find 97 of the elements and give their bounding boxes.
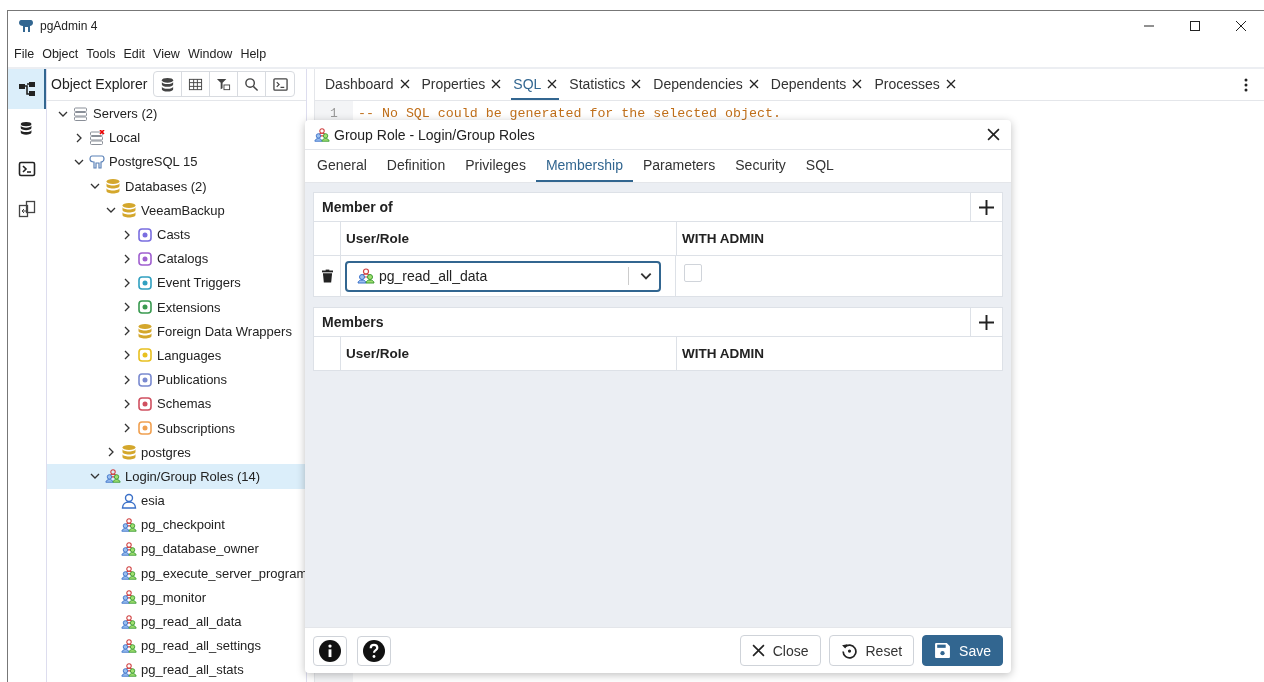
tree-item[interactable]: pg_execute_server_program xyxy=(47,561,306,586)
code-comment: -- No SQL could be generated for the selected object. xyxy=(358,106,781,121)
tab[interactable]: Definition xyxy=(376,150,456,182)
tree-item[interactable]: Event Triggers xyxy=(47,270,306,295)
tab[interactable]: General xyxy=(307,150,377,182)
database-icon xyxy=(105,178,121,195)
tree-item[interactable]: Databases (2) xyxy=(47,174,306,199)
tree-item[interactable]: pg_read_all_data xyxy=(47,609,306,634)
tab[interactable]: Parameters xyxy=(632,150,726,182)
tree-item[interactable]: esia xyxy=(47,488,306,513)
tree-item[interactable]: pg_read_all_settings xyxy=(47,633,306,658)
group-icon xyxy=(121,540,137,557)
section-title: Member of xyxy=(321,199,393,215)
menu-item[interactable]: View xyxy=(153,47,180,61)
group-icon xyxy=(121,613,137,630)
tab[interactable]: Processes xyxy=(872,69,958,100)
tree-item[interactable]: Subscriptions xyxy=(47,415,306,441)
save-icon xyxy=(934,642,952,659)
menu-item[interactable]: File xyxy=(14,47,35,61)
tree-item[interactable]: pg_checkpoint xyxy=(47,512,306,537)
close-icon[interactable] xyxy=(945,78,956,89)
tree-item[interactable]: Login/Group Roles (14) xyxy=(47,464,306,489)
menu-item[interactable]: Help xyxy=(240,47,267,61)
tab[interactable]: Statistics xyxy=(567,69,644,100)
close-icon xyxy=(986,128,1000,141)
plus-icon xyxy=(979,199,994,215)
trash-icon[interactable] xyxy=(321,269,333,283)
tab[interactable]: Dashboard xyxy=(323,69,412,100)
tree-item[interactable]: pg_read_all_stats xyxy=(47,657,306,682)
group-icon xyxy=(121,589,137,606)
tab[interactable]: Security xyxy=(725,150,796,182)
menu-item[interactable]: Object xyxy=(42,47,79,61)
tree-item[interactable]: pg_database_owner xyxy=(47,536,306,562)
tree-item[interactable]: PostgreSQL 15 xyxy=(47,149,306,175)
tab[interactable]: SQL xyxy=(795,150,844,182)
plus-icon xyxy=(979,314,994,330)
reset-button[interactable]: Reset xyxy=(828,635,915,666)
close-icon[interactable] xyxy=(399,78,410,89)
user-icon xyxy=(121,492,137,509)
dialog-title: Group Role - Login/Group Roles xyxy=(334,126,535,143)
section-title: Members xyxy=(321,314,384,330)
close-icon[interactable] xyxy=(631,78,642,89)
tree-item[interactable]: Catalogs xyxy=(47,246,306,271)
menu-item[interactable]: Edit xyxy=(123,47,146,61)
database-icon xyxy=(121,202,137,219)
tree-icon[interactable] xyxy=(8,69,46,109)
column-header: WITH ADMIN xyxy=(681,345,765,363)
menu-item[interactable]: Tools xyxy=(86,47,116,61)
tree-item[interactable]: Schemas xyxy=(47,391,306,416)
group-icon xyxy=(121,565,137,582)
window-title: pgAdmin 4 xyxy=(40,19,98,33)
database-icon xyxy=(121,444,137,461)
help-button[interactable] xyxy=(357,635,391,666)
tab[interactable]: Dependents xyxy=(768,69,865,100)
column-header: User/Role xyxy=(341,337,677,370)
database-icon xyxy=(137,323,153,340)
group-icon xyxy=(121,637,137,654)
group-icon xyxy=(357,268,375,284)
group-icon xyxy=(105,468,121,485)
info-button[interactable] xyxy=(313,635,347,666)
tab[interactable]: Properties xyxy=(419,69,504,100)
checkbox[interactable] xyxy=(684,264,702,282)
tree-item[interactable]: Languages xyxy=(47,343,306,368)
column-header: User/Role xyxy=(341,222,677,255)
save-button[interactable]: Save xyxy=(922,635,1003,666)
close-icon[interactable] xyxy=(748,78,759,89)
tree-item[interactable]: Foreign Data Wrappers xyxy=(47,319,306,344)
tree-item[interactable]: VeeamBackup xyxy=(47,198,306,223)
role-select[interactable]: pg_read_all_data xyxy=(345,260,661,292)
group-icon xyxy=(121,516,137,533)
tree-item[interactable]: Casts xyxy=(47,222,306,247)
tab[interactable]: Privileges xyxy=(455,150,536,182)
tree-item[interactable]: postgres xyxy=(47,440,306,465)
server-stack-icon xyxy=(73,105,89,122)
group-icon xyxy=(314,126,330,143)
maximize-icon xyxy=(1189,20,1201,32)
tab[interactable]: SQL xyxy=(511,69,560,100)
close-button[interactable]: Close xyxy=(739,635,821,666)
line-number: 1 xyxy=(330,106,338,121)
tree-item[interactable]: Servers (2) xyxy=(47,101,306,126)
tree-item[interactable]: Publications xyxy=(47,367,306,392)
panel-title: Object Explorer xyxy=(51,76,148,93)
close-icon[interactable] xyxy=(852,78,863,89)
tree-item[interactable]: Local xyxy=(47,125,306,150)
close-icon[interactable] xyxy=(491,78,502,89)
group-icon xyxy=(121,661,137,678)
tree-item[interactable]: Extensions xyxy=(47,295,306,320)
server-error-icon xyxy=(89,129,105,146)
close-icon xyxy=(751,644,765,657)
close-icon xyxy=(1235,20,1247,32)
column-header: WITH ADMIN xyxy=(681,230,765,248)
tab[interactable]: Dependencies xyxy=(651,69,761,100)
reset-icon xyxy=(840,642,858,659)
close-icon[interactable] xyxy=(547,78,558,89)
tree-item[interactable]: pg_monitor xyxy=(47,585,306,610)
more-options-icon[interactable] xyxy=(1244,77,1248,92)
menu-item[interactable]: Window xyxy=(187,47,233,61)
